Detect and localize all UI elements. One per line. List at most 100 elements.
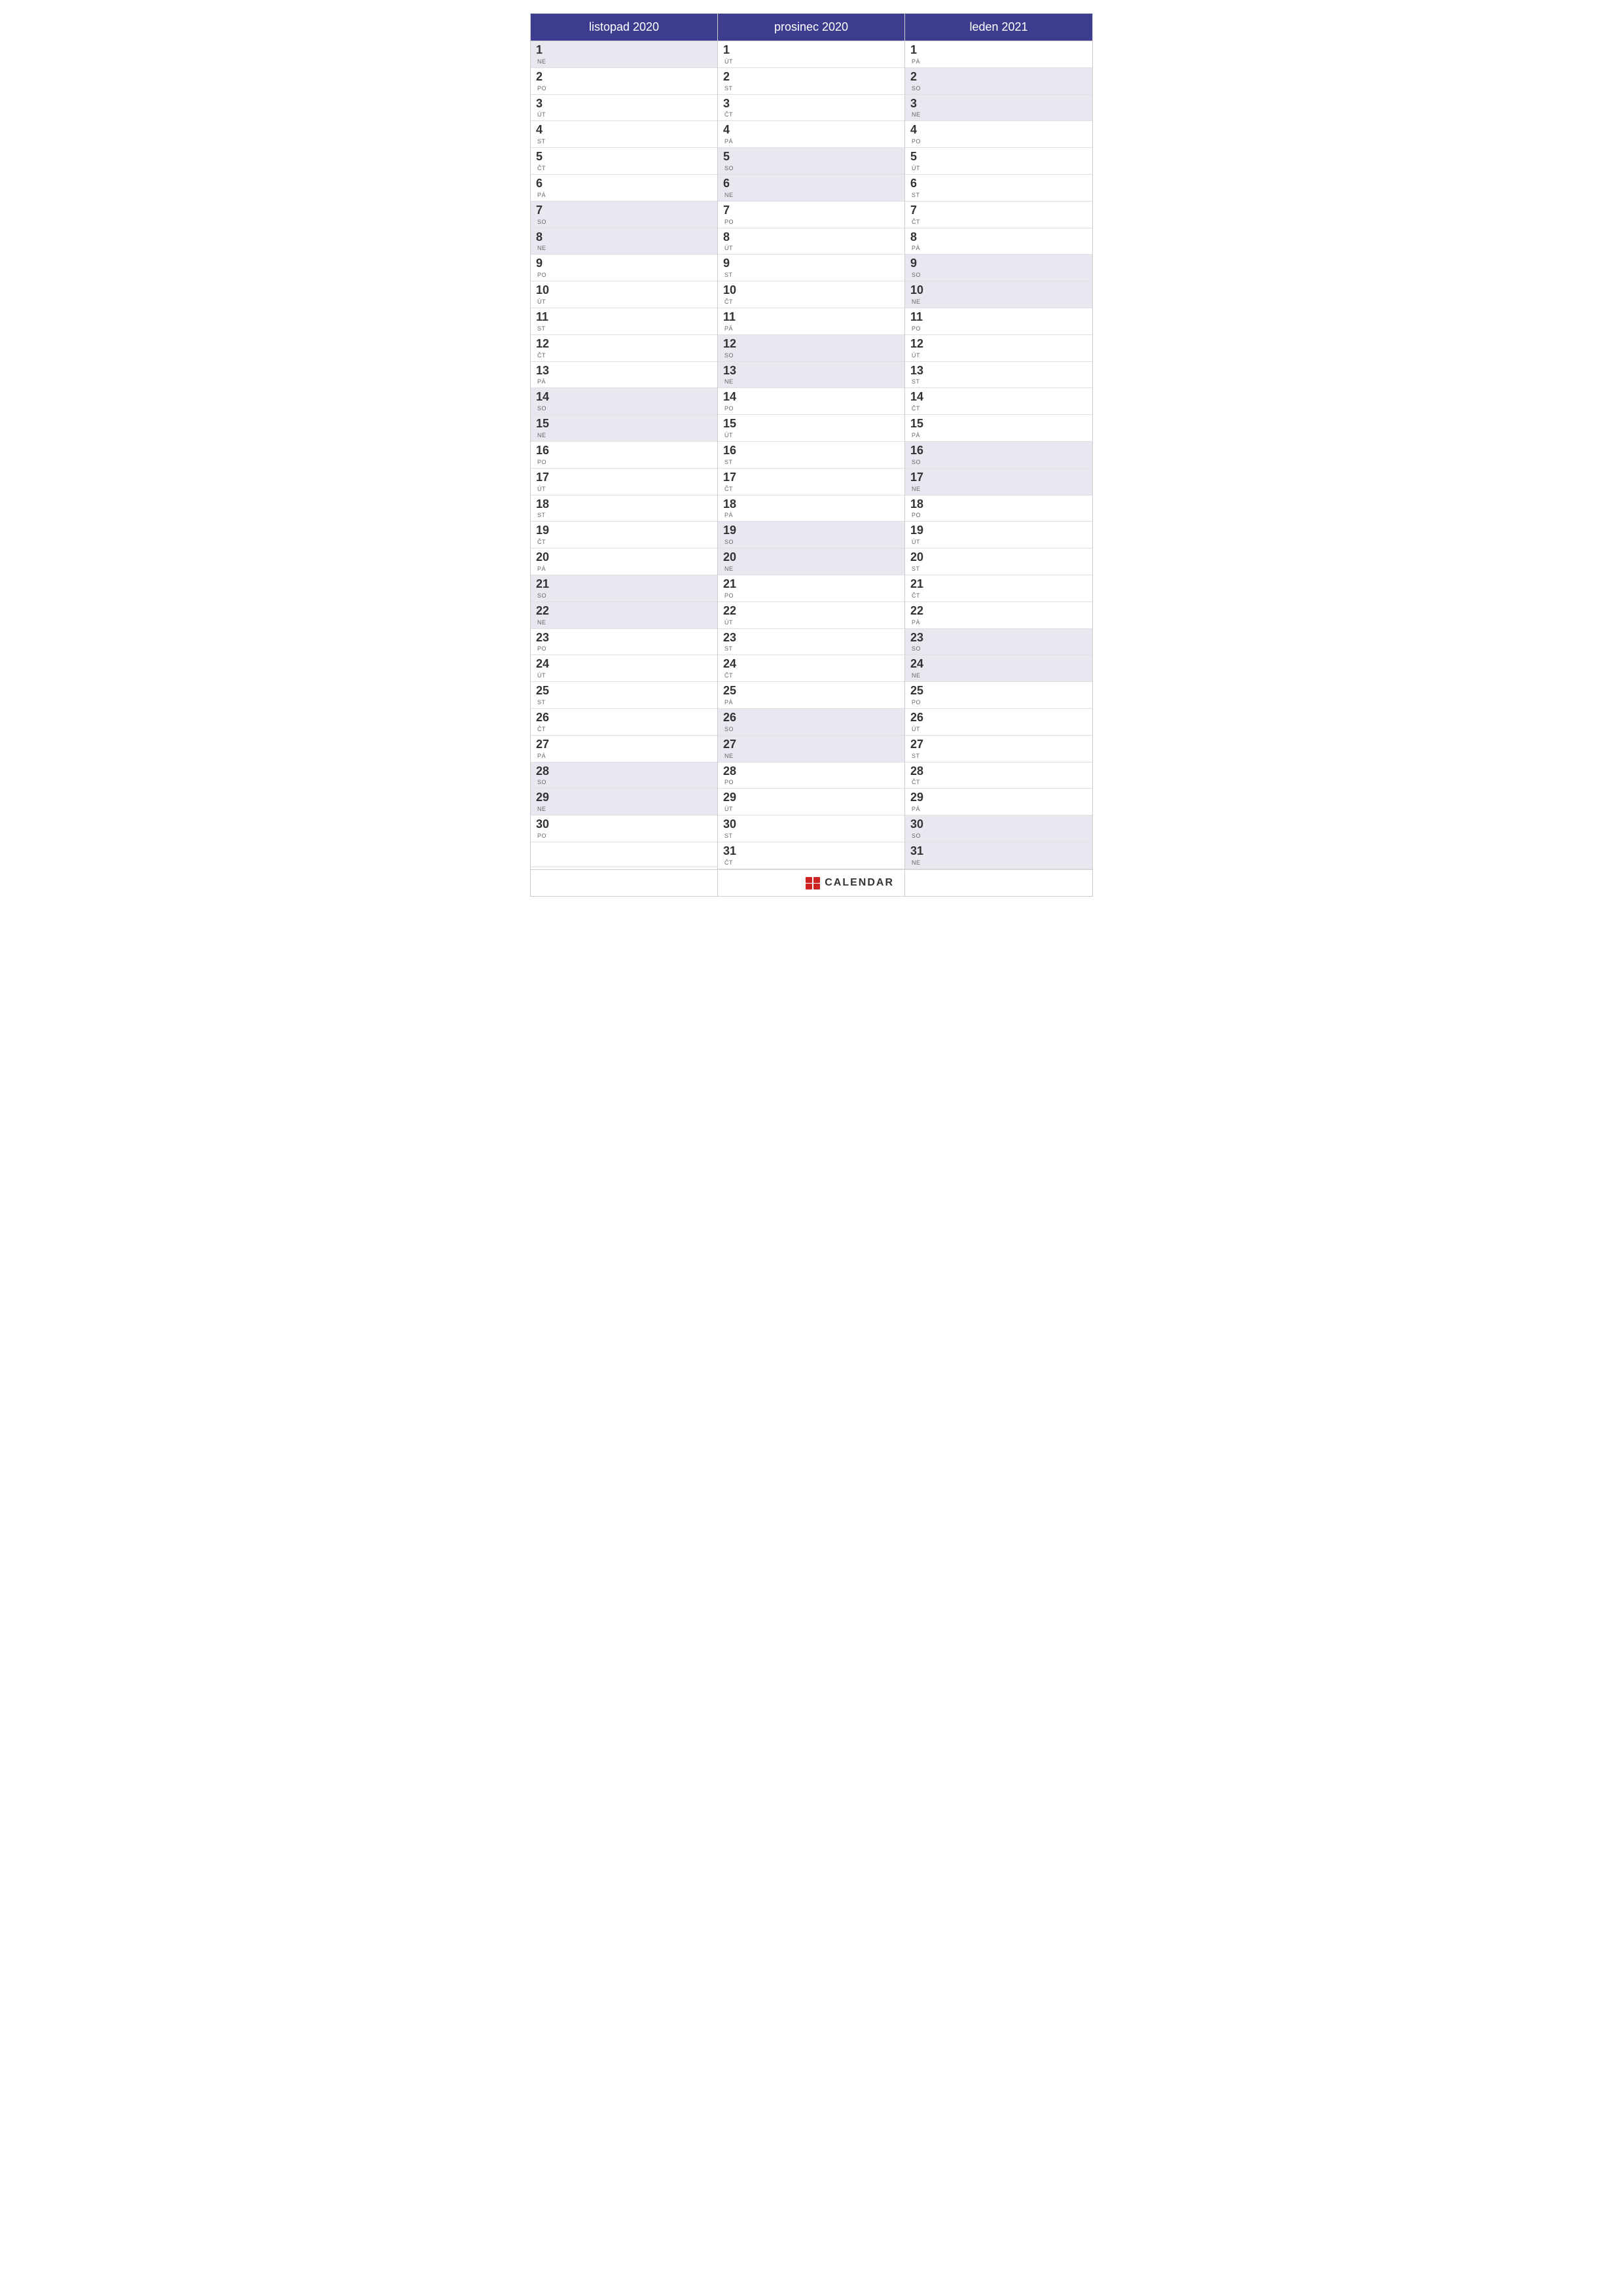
day-row: 25PÁ <box>718 682 904 709</box>
day-row: 8NE <box>531 228 717 255</box>
day-row: 4PO <box>905 121 1092 148</box>
day-number: 28 <box>536 765 554 778</box>
day-name: ST <box>912 378 929 385</box>
day-name: NE <box>537 806 554 812</box>
day-row: 14PO <box>718 388 904 415</box>
footer-col-1 <box>531 870 718 896</box>
day-number: 4 <box>536 124 554 137</box>
month-column: 1PÁ2SO3NE4PO5ÚT6ST7ČT8PÁ9SO10NE11PO12ÚT1… <box>905 41 1092 869</box>
day-number: 18 <box>536 498 554 511</box>
day-number: 23 <box>910 632 929 645</box>
day-number: 31 <box>723 845 741 858</box>
day-number: 4 <box>910 124 929 137</box>
day-number: 29 <box>536 791 554 804</box>
day-number: 1 <box>910 44 929 57</box>
day-number: 27 <box>536 738 554 751</box>
day-name: ČT <box>724 859 741 866</box>
day-name: SO <box>724 352 741 359</box>
day-row: 5SO <box>718 148 904 175</box>
day-name: NE <box>537 432 554 439</box>
day-name: ČT <box>537 352 554 359</box>
day-row: 17ÚT <box>531 469 717 495</box>
day-row: 30PO <box>531 816 717 842</box>
day-row: 26ČT <box>531 709 717 736</box>
day-number: 17 <box>723 471 741 484</box>
day-number: 21 <box>536 578 554 591</box>
day-row: 25PO <box>905 682 1092 709</box>
day-number: 18 <box>910 498 929 511</box>
day-number: 6 <box>910 177 929 190</box>
day-number: 19 <box>536 524 554 537</box>
day-number: 28 <box>723 765 741 778</box>
day-number: 22 <box>910 605 929 618</box>
day-number: 10 <box>910 284 929 297</box>
day-name: NE <box>724 565 741 572</box>
day-number: 15 <box>536 418 554 431</box>
day-row: 11ST <box>531 308 717 335</box>
day-row: 3NE <box>905 95 1092 122</box>
day-row: 16ST <box>718 442 904 469</box>
day-name: PO <box>912 325 929 332</box>
day-name: PÁ <box>537 753 554 759</box>
day-number: 5 <box>910 151 929 164</box>
day-row: 24ČT <box>718 655 904 682</box>
day-row: 27ST <box>905 736 1092 762</box>
day-row: 30ST <box>718 816 904 842</box>
day-row: 3ČT <box>718 95 904 122</box>
day-row: 12ČT <box>531 335 717 362</box>
day-row: 14SO <box>531 388 717 415</box>
day-number: 12 <box>910 338 929 351</box>
day-name: PO <box>537 459 554 465</box>
day-row: 19ČT <box>531 522 717 548</box>
day-row: 20ST <box>905 548 1092 575</box>
day-name: SO <box>724 539 741 545</box>
day-number: 24 <box>910 658 929 671</box>
day-name: PÁ <box>724 325 741 332</box>
day-number: 2 <box>536 71 554 84</box>
day-row: 24ÚT <box>531 655 717 682</box>
day-row: 16SO <box>905 442 1092 469</box>
day-row: 11PÁ <box>718 308 904 335</box>
day-number: 1 <box>723 44 741 57</box>
day-row: 5ČT <box>531 148 717 175</box>
footer-col-2: CALENDAR <box>718 870 905 896</box>
day-name: SO <box>912 833 929 839</box>
day-number: 28 <box>910 765 929 778</box>
day-name: SO <box>912 645 929 652</box>
day-number: 2 <box>723 71 741 84</box>
day-name: PO <box>912 512 929 518</box>
day-name: PÁ <box>537 565 554 572</box>
day-row: 2SO <box>905 68 1092 95</box>
day-row: 21PO <box>718 575 904 602</box>
day-name: PO <box>537 833 554 839</box>
day-number: 24 <box>536 658 554 671</box>
day-number: 8 <box>910 231 929 244</box>
day-name: NE <box>724 192 741 198</box>
day-number: 3 <box>910 98 929 111</box>
day-row: 23SO <box>905 629 1092 656</box>
day-row: 4PÁ <box>718 121 904 148</box>
day-row: 17ČT <box>718 469 904 495</box>
day-row: 9PO <box>531 255 717 281</box>
day-name: PÁ <box>912 619 929 626</box>
day-number: 16 <box>910 444 929 457</box>
day-row: 22ÚT <box>718 602 904 629</box>
footer-logo: CALENDAR <box>805 875 894 891</box>
day-number: 15 <box>723 418 741 431</box>
day-name: SO <box>724 165 741 171</box>
day-row: 13NE <box>718 362 904 389</box>
footer-calendar-text: CALENDAR <box>825 877 894 889</box>
day-name: PO <box>912 699 929 706</box>
day-row: 8ÚT <box>718 228 904 255</box>
day-name: PO <box>537 272 554 278</box>
day-row: 25ST <box>531 682 717 709</box>
day-number: 26 <box>536 711 554 725</box>
day-name: ST <box>912 192 929 198</box>
day-name: PÁ <box>912 806 929 812</box>
day-row: 8PÁ <box>905 228 1092 255</box>
day-row: 24NE <box>905 655 1092 682</box>
day-name: NE <box>912 859 929 866</box>
day-row: 3ÚT <box>531 95 717 122</box>
day-name: ST <box>537 325 554 332</box>
day-number: 7 <box>910 204 929 217</box>
